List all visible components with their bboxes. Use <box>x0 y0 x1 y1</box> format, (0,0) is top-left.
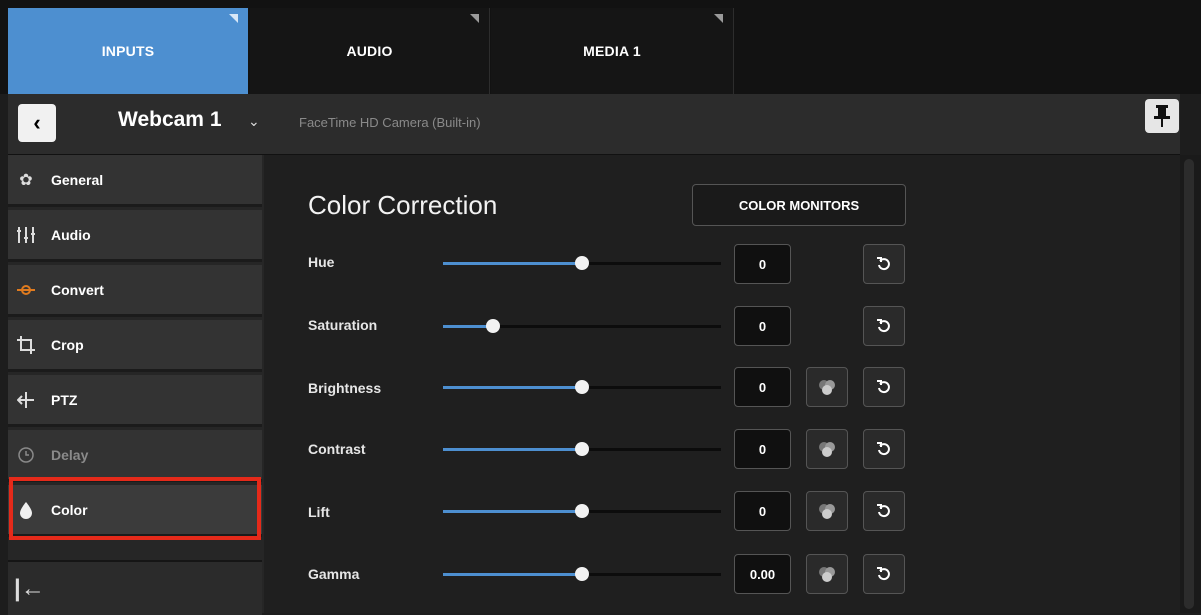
tab-inputs[interactable]: INPUTS <box>8 8 248 94</box>
contrast-monitor-button[interactable] <box>806 429 848 469</box>
lift-label: Lift <box>308 504 330 520</box>
slider-fill <box>443 510 582 513</box>
slider-knob[interactable] <box>575 442 589 456</box>
gamma-slider[interactable] <box>443 567 721 581</box>
crop-icon <box>17 335 35 354</box>
ptz-icon <box>17 391 35 409</box>
saturation-value[interactable]: 0 <box>734 306 791 346</box>
slider-knob[interactable] <box>575 256 589 270</box>
saturation-label: Saturation <box>308 317 378 333</box>
lift-slider[interactable] <box>443 504 721 518</box>
reset-icon <box>877 380 890 394</box>
tab-bar: INPUTS AUDIO MEDIA 1 <box>0 0 1201 94</box>
color-monitor-icon <box>819 504 835 519</box>
tab-corner-icon <box>470 14 479 23</box>
tab-media-1[interactable]: MEDIA 1 <box>491 8 734 94</box>
slider-fill <box>443 262 582 265</box>
gamma-monitor-button[interactable] <box>806 554 848 594</box>
sidebar-item-label: General <box>51 171 104 188</box>
slider-knob[interactable] <box>486 319 501 333</box>
sidebar-item-crop[interactable]: Crop <box>8 320 262 372</box>
lift-monitor-button[interactable] <box>806 491 848 531</box>
input-header: ‹ Webcam 1 ⌄ FaceTime HD Camera (Built-i… <box>8 94 1180 155</box>
tab-inputs-label: INPUTS <box>101 43 155 59</box>
back-button[interactable]: ‹ <box>18 104 56 142</box>
sidebar-item-label: Audio <box>51 226 91 243</box>
slider-knob[interactable] <box>575 567 589 581</box>
slider-knob[interactable] <box>575 504 589 518</box>
hue-label: Hue <box>308 254 335 270</box>
reset-icon <box>877 504 890 518</box>
sidebar-item-audio[interactable]: Audio <box>8 210 262 262</box>
sidebar-item-ptz[interactable]: PTZ <box>8 375 262 427</box>
tab-audio[interactable]: AUDIO <box>250 8 490 94</box>
reset-icon <box>877 257 890 271</box>
brightness-slider[interactable] <box>443 380 721 394</box>
pin-icon <box>1154 105 1170 127</box>
color-monitors-button[interactable]: COLOR MONITORS <box>692 184 906 226</box>
slider-fill <box>443 386 582 389</box>
sidebar-item-convert[interactable]: Convert <box>8 265 262 317</box>
saturation-slider[interactable] <box>443 319 721 333</box>
gamma-label: Gamma <box>308 566 360 582</box>
brightness-label: Brightness <box>308 380 382 396</box>
brightness-reset-button[interactable] <box>863 367 905 407</box>
gear-icon: ✿ <box>19 171 33 189</box>
hue-reset-button[interactable] <box>863 244 905 284</box>
collapse-sidebar-button[interactable]: |← <box>8 560 262 615</box>
slider-knob[interactable] <box>575 380 589 394</box>
saturation-reset-button[interactable] <box>863 306 905 346</box>
hue-slider[interactable] <box>443 256 721 270</box>
lift-reset-button[interactable] <box>863 491 905 531</box>
gamma-value[interactable]: 0.00 <box>734 554 791 594</box>
sidebar-item-label: Crop <box>51 336 84 353</box>
sidebar-item-delay[interactable]: Delay <box>8 430 262 482</box>
sidebar-item-label: Delay <box>51 446 89 463</box>
device-name: FaceTime HD Camera (Built-in) <box>299 115 481 130</box>
chevron-left-icon: ‹ <box>33 110 41 135</box>
sidebar-item-general[interactable]: ✿ General <box>8 155 262 207</box>
lift-value[interactable]: 0 <box>734 491 791 531</box>
brightness-monitor-button[interactable] <box>806 367 848 407</box>
contrast-value[interactable]: 0 <box>734 429 791 469</box>
tab-corner-icon <box>714 14 723 23</box>
color-monitor-icon <box>819 380 835 395</box>
scrollbar-thumb[interactable] <box>1184 159 1194 609</box>
contrast-reset-button[interactable] <box>863 429 905 469</box>
gamma-reset-button[interactable] <box>863 554 905 594</box>
color-monitor-icon <box>819 442 835 457</box>
collapse-left-icon: |← <box>14 574 45 602</box>
pin-button[interactable] <box>1145 99 1179 133</box>
slider-fill <box>443 573 582 576</box>
reset-icon <box>877 442 890 456</box>
tab-corner-icon <box>229 14 238 23</box>
contrast-label: Contrast <box>308 441 366 457</box>
contrast-slider[interactable] <box>443 442 721 456</box>
scrollbar[interactable] <box>1180 155 1201 613</box>
tab-audio-label: AUDIO <box>346 43 393 59</box>
reset-icon <box>877 567 890 581</box>
hue-value[interactable]: 0 <box>734 244 791 284</box>
settings-sidebar: ✿ General Audio Convert Crop PTZ Delay C… <box>8 155 264 615</box>
brightness-value[interactable]: 0 <box>734 367 791 407</box>
sidebar-item-label: PTZ <box>51 391 78 408</box>
input-name[interactable]: Webcam 1 <box>118 108 222 132</box>
color-monitor-icon <box>819 567 835 582</box>
tab-media-label: MEDIA 1 <box>583 43 641 59</box>
page-title: Color Correction <box>308 190 498 220</box>
selection-highlight <box>9 477 261 540</box>
slider-fill <box>443 448 582 451</box>
mixer-icon <box>17 226 35 243</box>
clock-icon <box>17 446 35 463</box>
convert-icon <box>17 283 35 297</box>
chevron-down-icon[interactable]: ⌄ <box>248 113 260 130</box>
reset-icon <box>877 319 890 333</box>
sidebar-item-label: Convert <box>51 281 104 298</box>
